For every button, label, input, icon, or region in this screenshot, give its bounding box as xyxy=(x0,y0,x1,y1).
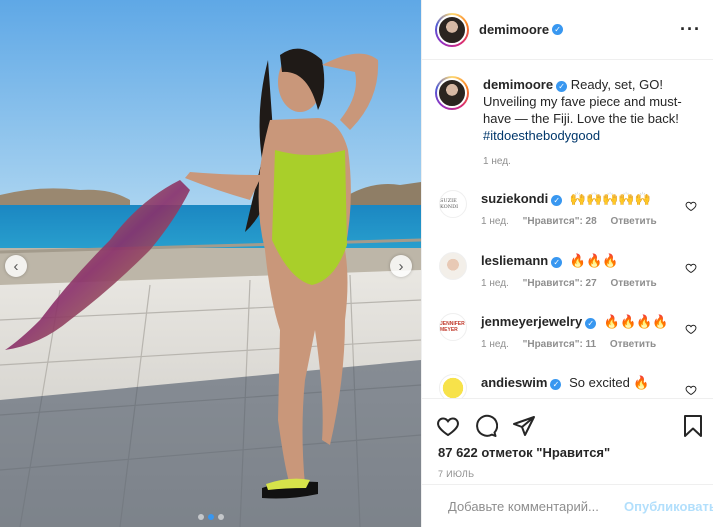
post-photo[interactable]: ‹ › xyxy=(0,0,421,527)
comment-like-heart-icon[interactable] xyxy=(685,262,697,274)
comment-text: 🔥🔥🔥 xyxy=(569,253,619,268)
author-username[interactable]: demimoore xyxy=(479,22,549,37)
post-details-panel: demimoore ✓ ··· demimoore ✓ Ready, set, G… xyxy=(421,0,713,527)
comment-username[interactable]: andieswim xyxy=(481,375,547,390)
comment-likes[interactable]: "Нравится": 28 xyxy=(523,216,597,227)
comment-reply-button[interactable]: Ответить xyxy=(610,216,656,227)
comment-row: andieswim ✓ So excited 🔥 xyxy=(422,374,713,398)
author-avatar[interactable] xyxy=(435,12,469,47)
carousel-dot xyxy=(217,514,224,520)
comment-avatar[interactable] xyxy=(439,252,467,280)
comment-like-heart-icon[interactable] xyxy=(685,323,697,335)
comment-likes[interactable]: "Нравится": 27 xyxy=(523,278,597,289)
comment-reply-button[interactable]: Ответить xyxy=(610,278,656,289)
likes-count[interactable]: 87 622 отметок "Нравится" xyxy=(422,445,713,460)
post-actions: 87 622 отметок "Нравится" 7 ИЮЛЬ xyxy=(422,398,713,484)
carousel-dot xyxy=(197,514,204,520)
heart-icon[interactable] xyxy=(436,414,460,438)
comment-row: SUZIE KONDI suziekondi ✓ 🙌🙌🙌🙌🙌 1 нед. "Нр… xyxy=(422,190,713,230)
verified-badge-icon: ✓ xyxy=(552,24,564,35)
comment-likes[interactable]: "Нравится": 11 xyxy=(523,339,597,350)
add-comment-bar: Опубликовать xyxy=(422,484,713,527)
carousel-prev-button[interactable]: ‹ xyxy=(5,255,27,277)
comment-username[interactable]: lesliemann xyxy=(481,253,548,268)
carousel-dot xyxy=(207,514,214,520)
comment-like-heart-icon[interactable] xyxy=(685,384,697,396)
comment-reply-button[interactable]: Ответить xyxy=(610,339,656,350)
post-header: demimoore ✓ ··· xyxy=(422,0,713,60)
caption-hashtag[interactable]: #itdoesthebodygood xyxy=(483,128,600,143)
comment-time: 1 нед. xyxy=(481,216,509,227)
bookmark-icon[interactable] xyxy=(682,414,704,438)
comment-avatar[interactable]: SUZIE KONDI xyxy=(439,190,467,218)
comment-row: JENNIFER MEYER jenmeyerjewelry ✓ 🔥🔥🔥🔥 1 н… xyxy=(422,313,713,353)
verified-badge-icon: ✓ xyxy=(585,318,597,329)
carousel-indicator xyxy=(0,514,421,520)
carousel-next-button[interactable]: › xyxy=(390,255,412,277)
verified-badge-icon: ✓ xyxy=(551,195,563,206)
comment-time: 1 нед. xyxy=(481,339,509,350)
post-date: 7 ИЮЛЬ xyxy=(438,469,475,479)
post-comment-button[interactable]: Опубликовать xyxy=(624,499,713,514)
post-caption: demimoore ✓ Ready, set, GO! Unveiling my … xyxy=(422,60,713,170)
comment-avatar[interactable] xyxy=(439,374,467,398)
comment-row: lesliemann ✓ 🔥🔥🔥 1 нед. "Нравится": 27 От… xyxy=(422,252,713,292)
comment-avatar[interactable]: JENNIFER MEYER xyxy=(439,313,467,341)
caption-time: 1 нед. xyxy=(483,156,511,167)
caption-username[interactable]: demimoore xyxy=(483,77,553,92)
more-horizontal-icon[interactable]: ··· xyxy=(680,19,701,40)
comment-icon[interactable] xyxy=(474,414,498,438)
comment-text: 🙌🙌🙌🙌🙌 xyxy=(569,191,651,206)
comments-list[interactable]: demimoore ✓ Ready, set, GO! Unveiling my … xyxy=(422,60,713,398)
comment-text: 🔥🔥🔥🔥 xyxy=(603,314,669,329)
verified-badge-icon: ✓ xyxy=(550,379,562,390)
comment-username[interactable]: jenmeyerjewelry xyxy=(481,314,582,329)
comment-time: 1 нед. xyxy=(481,278,509,289)
comment-input[interactable] xyxy=(448,498,624,514)
verified-badge-icon: ✓ xyxy=(551,257,563,268)
comment-like-heart-icon[interactable] xyxy=(685,200,697,212)
caption-avatar[interactable] xyxy=(435,76,469,110)
comment-username[interactable]: suziekondi xyxy=(481,191,548,206)
comment-text: So excited 🔥 xyxy=(569,375,650,390)
share-icon[interactable] xyxy=(512,414,536,438)
verified-badge-icon: ✓ xyxy=(556,81,568,92)
photo-image xyxy=(0,0,421,527)
